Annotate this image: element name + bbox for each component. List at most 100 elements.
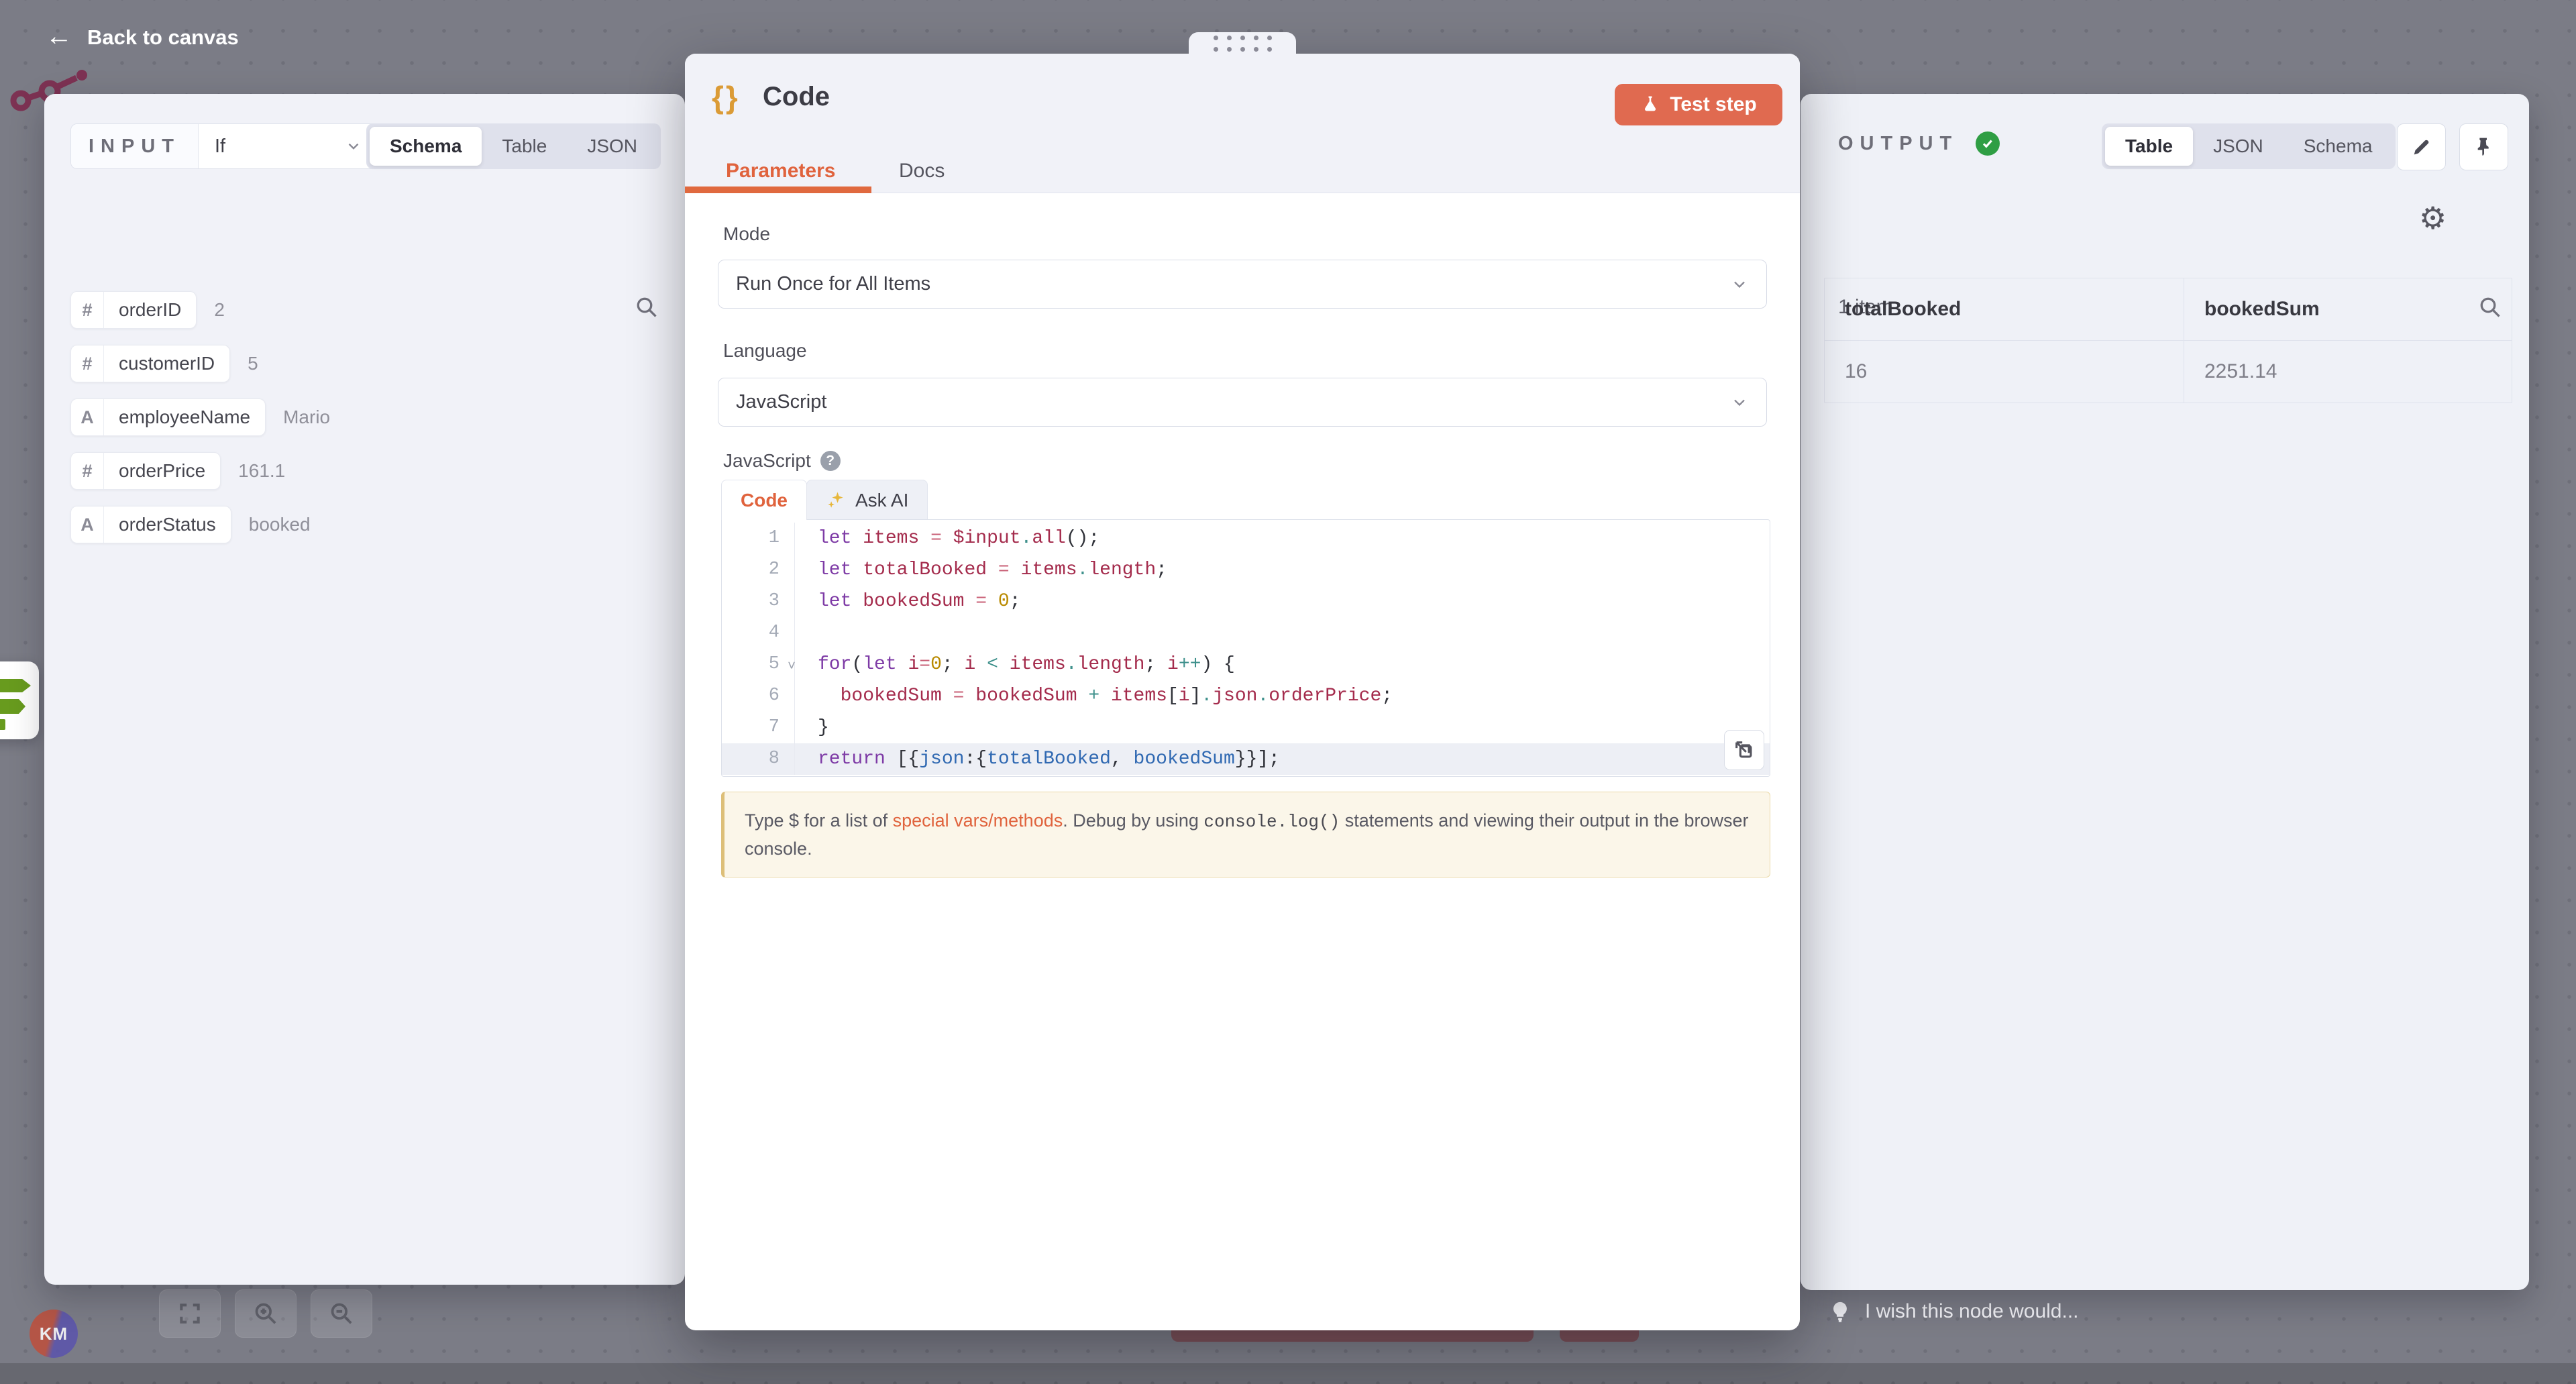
test-step-button[interactable]: Test step [1615,84,1782,125]
schema-field-value: Mario [283,407,330,428]
schema-field-pill[interactable]: #customerID [70,345,230,382]
code-editor[interactable]: 1let items = $input.all();2let totalBook… [721,519,1770,777]
input-panel: INPUT If Schema Table JSON 16 items #ord… [44,94,685,1285]
input-tab-table[interactable]: Table [482,127,567,166]
fold-chevron-icon[interactable]: ˅ [788,651,796,683]
success-check-icon [1976,131,2000,156]
canvas-bottom-strip [0,1363,2576,1384]
code-text [795,617,818,649]
schema-field-value: booked [249,514,311,535]
editor-tab-ask-ai[interactable]: Ask AI [806,480,928,520]
code-line[interactable]: 1let items = $input.all(); [722,523,1770,554]
code-line[interactable]: 6 bookedSum = bookedSum + items[i].json.… [722,680,1770,712]
schema-field-row[interactable]: #customerID 5 [70,345,674,382]
schema-field-row[interactable]: #orderPrice161.1 [70,452,674,490]
schema-field-name: customerID [104,345,229,382]
number-type-icon: # [71,292,104,328]
line-number: 7 [722,712,795,743]
back-arrow-icon: ← [46,23,72,50]
input-tab-json[interactable]: JSON [567,127,657,166]
editor-tab-code[interactable]: Code [721,480,807,520]
output-cell-value: 2251.14 [2184,341,2512,403]
schema-field-value: 5 [248,353,258,374]
line-number: 8 [722,743,795,775]
if-node-icon [0,679,31,692]
zoom-in-button [235,1289,297,1338]
code-line[interactable]: 8return [{json:{totalBooked, bookedSum}}… [722,743,1770,775]
schema-field-row[interactable]: AemployeeName Mario [70,398,674,436]
back-to-canvas-button[interactable]: ← Back to canvas [46,24,239,51]
schema-field-row[interactable]: AorderStatus booked [70,506,674,543]
chevron-down-icon [345,138,362,155]
output-table-row: 162251.14 [1825,341,2512,403]
back-to-canvas-label: Back to canvas [87,25,239,50]
active-tab-underline [685,187,871,193]
output-tab-json[interactable]: JSON [2193,127,2284,166]
node-feedback-button[interactable]: I wish this node would... [1829,1300,2079,1323]
code-line[interactable]: 4 [722,617,1770,649]
code-line[interactable]: 3let bookedSum = 0; [722,586,1770,617]
edit-output-button[interactable] [2397,123,2446,170]
node-settings-gear-icon[interactable]: ⚙ [2419,200,2447,236]
schema-field-row[interactable]: #orderID 2 [70,291,674,329]
schema-field-pill[interactable]: #orderPrice [70,452,221,490]
zoom-out-icon [329,1301,354,1326]
schema-field-name: orderPrice [104,453,220,489]
schema-field-pill[interactable]: AorderStatus [70,506,231,543]
output-column-header: bookedSum [2184,278,2512,340]
code-text: let totalBooked = items.length; [795,554,1167,586]
test-step-label: Test step [1670,93,1756,116]
schema-field-pill[interactable]: #orderID [70,291,197,329]
mode-select[interactable]: Run Once for All Items [718,260,1767,309]
line-number: 3 [722,586,795,617]
schema-field-name: employeeName [104,399,265,435]
string-type-icon: A [71,399,104,435]
output-display-tabs: Table JSON Schema [2102,123,2396,169]
code-text: } [795,712,829,743]
code-text: return [{json:{totalBooked, bookedSum}}]… [795,743,1280,775]
input-tab-schema[interactable]: Schema [370,127,482,166]
drag-dots-icon [1214,36,1272,52]
pin-data-button[interactable] [2459,123,2508,170]
tab-docs[interactable]: Docs [899,160,945,182]
modal-body: Mode Run Once for All Items Language Jav… [685,193,1800,1330]
line-number: 2 [722,554,795,586]
schema-field-name: orderStatus [104,507,231,543]
schema-field-value: 2 [214,299,225,321]
code-line[interactable]: 5˅for(let i=0; i < items.length; i++) { [722,649,1770,680]
input-source-select[interactable]: INPUT If [70,123,379,169]
editor-tabs: Code Ask AI [721,480,928,520]
user-avatar: KM [30,1310,78,1358]
modal-drag-handle[interactable] [1189,32,1296,55]
node-feedback-label: I wish this node would... [1865,1300,2079,1323]
output-cell-value: 16 [1825,341,2184,403]
code-line[interactable]: 2let totalBooked = items.length; [722,554,1770,586]
help-question-icon[interactable]: ? [820,451,841,471]
output-table: totalBookedbookedSum162251.14 [1824,278,2512,403]
line-number: 5˅ [722,649,795,680]
expand-icon [1733,739,1756,761]
chevron-down-icon [1730,393,1749,412]
output-tab-table[interactable]: Table [2105,127,2193,166]
schema-field-pill[interactable]: AemployeeName [70,398,266,436]
node-title: Code [763,82,830,112]
output-tab-schema[interactable]: Schema [2284,127,2393,166]
zoom-in-icon [253,1301,278,1326]
language-value: JavaScript [736,391,826,413]
modal-header: {} Code Test step Parameters Docs [685,54,1800,193]
zoom-out-button [311,1289,372,1338]
code-line[interactable]: 7} [722,712,1770,743]
editor-expand-button[interactable] [1724,730,1764,770]
flask-icon [1640,93,1660,116]
code-node-modal: {} Code Test step Parameters Docs ⚙ Mode… [685,54,1800,1330]
lightbulb-icon [1829,1300,1851,1323]
mode-label: Mode [723,223,770,245]
line-number: 6 [722,680,795,712]
if-node-card [0,661,39,739]
special-vars-link[interactable]: special vars/methods [893,810,1063,831]
language-select[interactable]: JavaScript [718,378,1767,427]
mode-value: Run Once for All Items [736,273,930,295]
schema-field-name: orderID [104,292,196,328]
tab-parameters[interactable]: Parameters [726,160,835,182]
fit-view-button [159,1289,221,1338]
